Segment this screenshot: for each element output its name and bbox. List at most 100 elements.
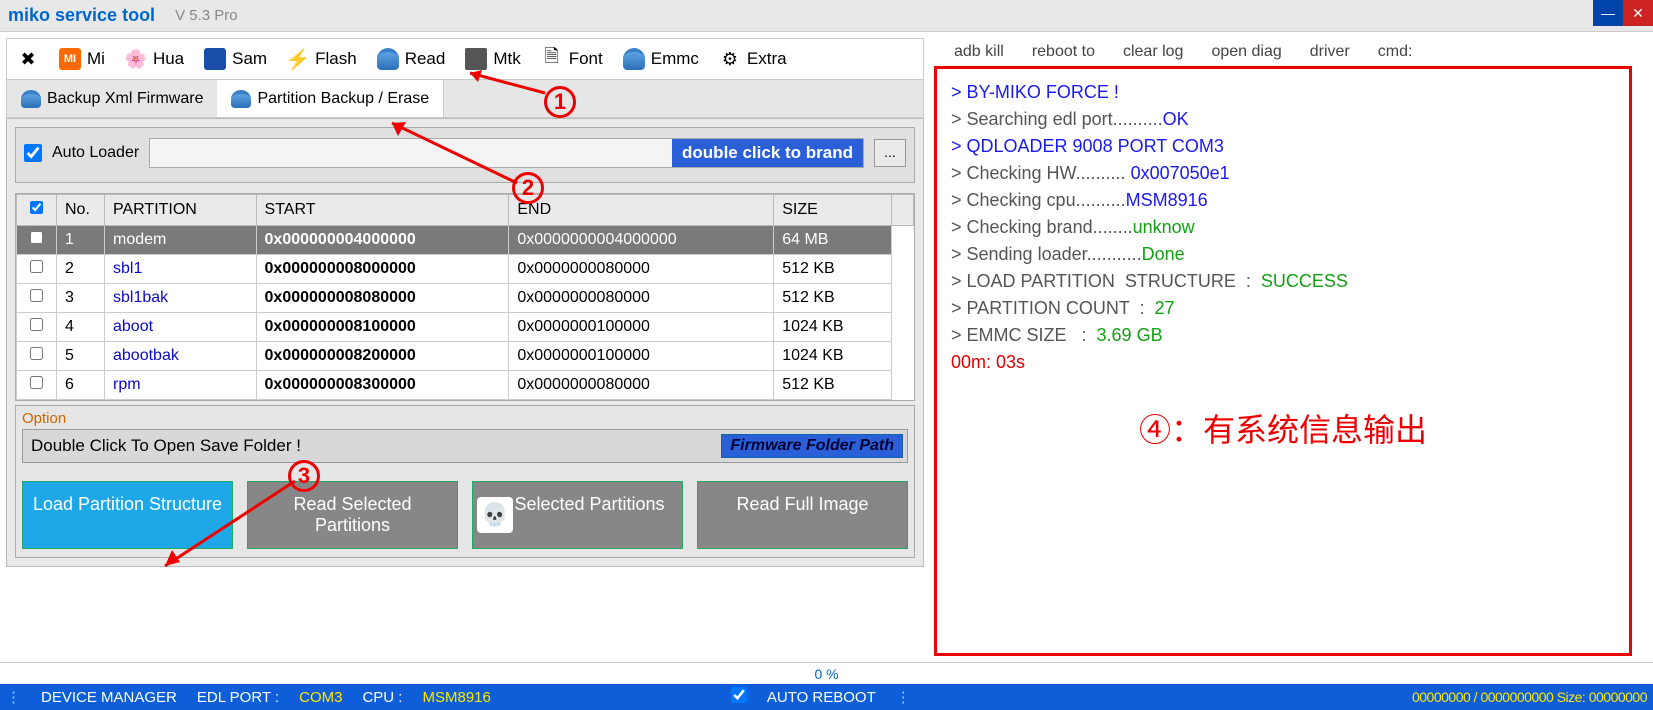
row-size: 1024 KB: [774, 342, 892, 371]
edl-port-value: COM3: [299, 689, 342, 706]
row-start: 0x000000008080000: [256, 284, 509, 313]
row-end: 0x0000000080000: [509, 371, 774, 400]
row-size: 512 KB: [774, 371, 892, 400]
read-icon: [377, 48, 399, 70]
sam-button[interactable]: Sam: [194, 44, 277, 74]
row-start: 0x000000008300000: [256, 371, 509, 400]
row-no: 3: [57, 284, 105, 313]
log-line: > Checking HW.......... 0x007050e1: [951, 160, 1615, 187]
table-row[interactable]: 5abootbak0x0000000082000000x000000010000…: [17, 342, 914, 371]
row-size: 512 KB: [774, 284, 892, 313]
auto-reboot-checkbox[interactable]: [731, 687, 747, 703]
auto-loader-label: Auto Loader: [52, 144, 139, 162]
device-manager-label[interactable]: DEVICE MANAGER: [41, 689, 177, 706]
row-no: 4: [57, 313, 105, 342]
emmc-icon: [623, 48, 645, 70]
table-row[interactable]: 1modem0x0000000040000000x000000000400000…: [17, 226, 914, 255]
link-open-diag[interactable]: open diag: [1211, 43, 1281, 61]
read-label: Read: [405, 49, 446, 69]
font-label: Font: [569, 49, 603, 69]
edl-port-label: EDL PORT :: [197, 689, 279, 706]
hua-button[interactable]: 🌸Hua: [115, 44, 194, 74]
erase-label: se Selected Partitions: [490, 494, 664, 514]
row-end: 0x0000000004000000: [509, 226, 774, 255]
right-panel: adb kill reboot to clear log open diag d…: [930, 32, 1640, 662]
log-line: > EMMC SIZE : 3.69 GB: [951, 322, 1615, 349]
link-driver[interactable]: driver: [1310, 43, 1350, 61]
header-check[interactable]: [17, 195, 57, 226]
row-partition: sbl1: [105, 255, 257, 284]
emmc-button[interactable]: Emmc: [613, 44, 709, 74]
row-start: 0x000000008200000: [256, 342, 509, 371]
link-clear-log[interactable]: clear log: [1123, 43, 1183, 61]
row-end: 0x0000000100000: [509, 342, 774, 371]
row-size: 64 MB: [774, 226, 892, 255]
row-no: 1: [57, 226, 105, 255]
row-start: 0x000000008000000: [256, 255, 509, 284]
flash-button[interactable]: ⚡ Flash: [277, 44, 367, 74]
row-checkbox[interactable]: [30, 231, 43, 244]
browse-button[interactable]: ...: [874, 139, 906, 167]
font-icon: 🗎: [541, 48, 563, 70]
read-full-button[interactable]: Read Full Image: [697, 481, 908, 549]
header-end: END: [509, 195, 774, 226]
minimize-button[interactable]: —: [1593, 0, 1623, 26]
option-label: Option: [22, 410, 908, 427]
table-row[interactable]: 6rpm0x0000000083000000x0000000080000512 …: [17, 371, 914, 400]
flash-icon: ⚡: [287, 48, 309, 70]
row-size: 512 KB: [774, 255, 892, 284]
row-end: 0x0000000080000: [509, 284, 774, 313]
flash-label: Flash: [315, 49, 357, 69]
log-line: > Sending loader...........Done: [951, 241, 1615, 268]
close-button[interactable]: ✕: [1623, 0, 1653, 26]
status-end: 00000000 / 0000000000 Size: 00000000: [1412, 689, 1647, 705]
log-line: > Searching edl port..........OK: [951, 106, 1615, 133]
emmc-label: Emmc: [651, 49, 699, 69]
row-no: 5: [57, 342, 105, 371]
log-line: > PARTITION COUNT : 27: [951, 295, 1615, 322]
firmware-folder-path[interactable]: Firmware Folder Path: [721, 434, 903, 458]
row-no: 2: [57, 255, 105, 284]
samsung-icon: [204, 48, 226, 70]
row-checkbox[interactable]: [30, 347, 43, 360]
scrollbar[interactable]: [892, 195, 914, 226]
row-partition: sbl1bak: [105, 284, 257, 313]
brand-hint[interactable]: double click to brand: [672, 139, 863, 167]
annotation-arrow-2: [382, 118, 522, 193]
table-row[interactable]: 3sbl1bak0x0000000080800000x0000000080000…: [17, 284, 914, 313]
huawei-icon: 🌸: [125, 48, 147, 70]
log-line: > LOAD PARTITION STRUCTURE : SUCCESS: [951, 268, 1615, 295]
table-row[interactable]: 2sbl10x0000000080000000x0000000080000512…: [17, 255, 914, 284]
log-line: > BY-MIKO FORCE !: [951, 79, 1615, 106]
link-reboot-to[interactable]: reboot to: [1032, 43, 1095, 61]
read-button[interactable]: Read: [367, 44, 456, 74]
table-row[interactable]: 4aboot0x0000000081000000x000000010000010…: [17, 313, 914, 342]
titlebar: miko service tool V 5.3 Pro — ✕: [0, 0, 1653, 32]
tools-button[interactable]: ✖: [7, 44, 49, 74]
mi-button[interactable]: MIMi: [49, 44, 115, 74]
row-checkbox[interactable]: [30, 260, 43, 273]
row-checkbox[interactable]: [30, 289, 43, 302]
db-icon: [231, 90, 251, 108]
tools-icon: ✖: [17, 48, 39, 70]
row-checkbox[interactable]: [30, 318, 43, 331]
erase-selected-button[interactable]: 💀se Selected Partitions: [472, 481, 683, 549]
right-links: adb kill reboot to clear log open diag d…: [934, 38, 1632, 66]
extra-icon: ⚙: [719, 48, 741, 70]
db-icon: [21, 90, 41, 108]
row-partition: rpm: [105, 371, 257, 400]
header-partition: PARTITION: [105, 195, 257, 226]
tab-partition-backup[interactable]: Partition Backup / Erase: [217, 80, 444, 117]
progress-bar: 0 %: [0, 662, 1653, 684]
row-end: 0x0000000100000: [509, 313, 774, 342]
auto-loader-checkbox[interactable]: [24, 144, 42, 162]
folder-row[interactable]: Double Click To Open Save Folder ! Firmw…: [22, 429, 908, 463]
row-checkbox[interactable]: [30, 376, 43, 389]
extra-button[interactable]: ⚙ Extra: [709, 44, 797, 74]
extra-label: Extra: [747, 49, 787, 69]
tab-backup-xml[interactable]: Backup Xml Firmware: [7, 80, 217, 117]
annotation-circle-3: 3: [288, 460, 320, 492]
annotation-circle-1: 1: [544, 86, 576, 118]
link-cmd[interactable]: cmd:: [1378, 43, 1413, 61]
link-adb-kill[interactable]: adb kill: [954, 43, 1004, 61]
